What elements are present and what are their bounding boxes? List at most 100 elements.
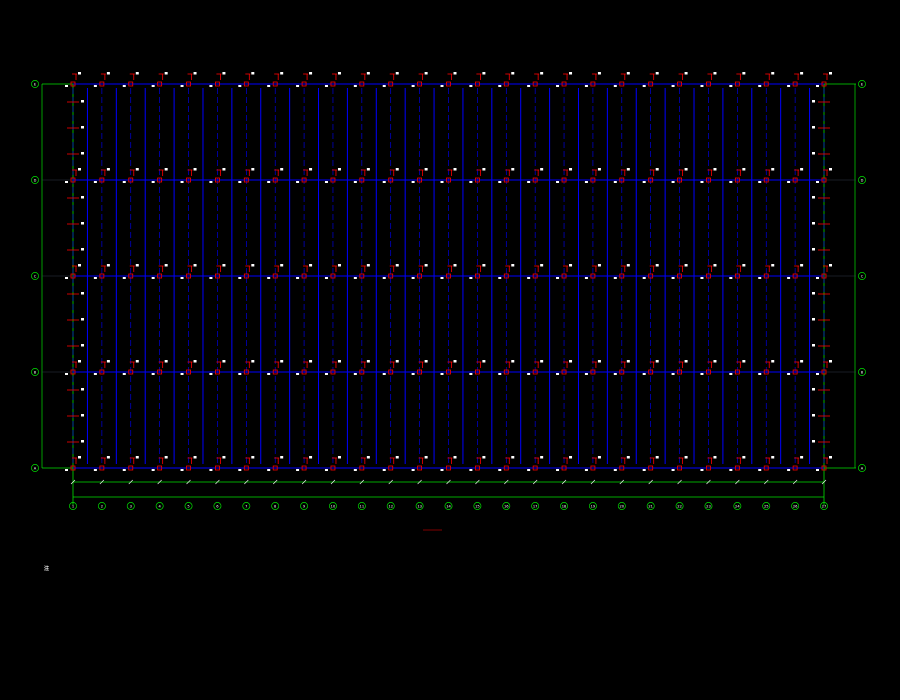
member-tag (540, 72, 544, 75)
member-tag (469, 277, 473, 279)
member-tag (800, 168, 804, 171)
member-tag (758, 469, 762, 471)
member-tag (209, 85, 213, 87)
member-tag (193, 360, 197, 363)
member-tag (424, 72, 428, 75)
member-tag (411, 85, 415, 87)
member-tag (411, 469, 415, 471)
member-tag (787, 181, 791, 183)
member-tag (498, 85, 502, 87)
member-tag (771, 456, 775, 459)
member-tag (106, 360, 110, 363)
member-tag (337, 456, 341, 459)
member-tag (816, 277, 819, 279)
member-tag (251, 456, 255, 459)
member-tag (758, 277, 762, 279)
member-tag (829, 264, 832, 267)
member-tag (812, 248, 815, 251)
member-tag (353, 373, 357, 375)
member-tag (742, 360, 746, 363)
member-tag (180, 181, 184, 183)
member-tag (238, 181, 242, 183)
member-tag (267, 469, 271, 471)
member-tag (584, 85, 588, 87)
member-tag (700, 85, 704, 87)
member-tag (81, 222, 84, 225)
member-tag (81, 126, 84, 129)
member-tag (324, 181, 328, 183)
column-axis-label: 15 (475, 505, 480, 509)
member-tag (771, 168, 775, 171)
member-tag (453, 72, 457, 75)
member-tag (771, 360, 775, 363)
member-tag (511, 360, 515, 363)
member-tag (613, 85, 617, 87)
member-tag (395, 168, 399, 171)
member-tag (829, 168, 832, 171)
member-tag (93, 181, 97, 183)
member-tag (816, 85, 819, 87)
member-tag (106, 264, 110, 267)
member-tag (800, 360, 804, 363)
member-tag (366, 72, 370, 75)
member-tag (729, 469, 733, 471)
member-tag (655, 264, 659, 267)
member-tag (324, 85, 328, 87)
member-tag (742, 456, 746, 459)
member-tag (540, 264, 544, 267)
member-tag (713, 264, 717, 267)
member-tag (106, 456, 110, 459)
member-tag (812, 440, 815, 443)
member-tag (800, 264, 804, 267)
member-tag (251, 168, 255, 171)
member-tag (642, 85, 646, 87)
member-tag (655, 168, 659, 171)
member-tag (151, 373, 155, 375)
member-tag (655, 360, 659, 363)
member-tag (642, 277, 646, 279)
member-tag (382, 181, 386, 183)
member-tag (440, 469, 444, 471)
member-tag (440, 373, 444, 375)
member-tag (713, 456, 717, 459)
member-tag (337, 264, 341, 267)
member-tag (758, 85, 762, 87)
member-tag (482, 360, 486, 363)
member-tag (800, 456, 804, 459)
member-tag (296, 85, 300, 87)
column-axis-label: 14 (446, 505, 451, 509)
member-tag (527, 85, 531, 87)
member-tag (812, 388, 815, 391)
member-tag (729, 277, 733, 279)
column-axis-label: 26 (793, 505, 798, 509)
member-tag (584, 469, 588, 471)
member-tag (222, 456, 226, 459)
member-tag (684, 168, 688, 171)
member-tag (671, 181, 675, 183)
member-tag (193, 456, 197, 459)
member-tag (324, 373, 328, 375)
member-tag (729, 181, 733, 183)
member-tag (626, 168, 630, 171)
member-tag (440, 277, 444, 279)
member-tag (713, 360, 717, 363)
member-tag (540, 360, 544, 363)
member-tag (569, 72, 573, 75)
member-tag (309, 360, 313, 363)
member-tag (498, 181, 502, 183)
member-tag (81, 292, 84, 295)
member-tag (122, 181, 126, 183)
member-tag (626, 360, 630, 363)
member-tag (829, 360, 832, 363)
member-tag (238, 469, 242, 471)
member-tag (511, 456, 515, 459)
member-tag (280, 264, 284, 267)
member-tag (829, 456, 832, 459)
member-tag (800, 72, 804, 75)
member-tag (787, 85, 791, 87)
member-tag (65, 469, 68, 471)
member-tag (787, 373, 791, 375)
member-tag (569, 264, 573, 267)
structural-plan-drawing: 1 2 3 4 5 6 7 8 9 10 11 12 13 14 15 16 17 18 19 20 21 22 23 24 2… (0, 0, 900, 700)
member-tag (527, 181, 531, 183)
